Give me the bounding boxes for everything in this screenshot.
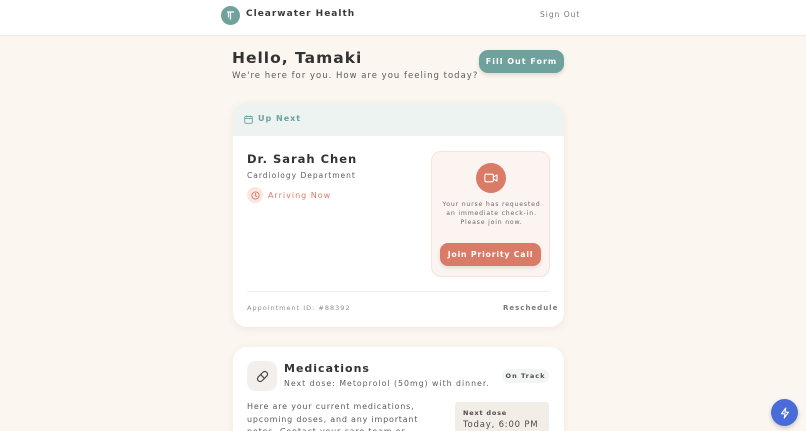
clock-icon bbox=[250, 190, 260, 200]
priority-call-panel: Your nurse has requested an immediate ch… bbox=[431, 151, 550, 277]
medications-card: Medications Next dose: Metoprolol (50mg)… bbox=[233, 347, 564, 431]
card-divider bbox=[247, 291, 550, 292]
fill-out-form-button[interactable]: Fill Out Form bbox=[479, 50, 564, 73]
lightning-icon bbox=[780, 406, 789, 419]
logo-mark-icon bbox=[226, 11, 235, 20]
next-dose-box: Next dose Today, 6:00 PM bbox=[455, 402, 549, 431]
medications-title: Medications bbox=[284, 362, 370, 375]
call-message: Your nurse has requested an immediate ch… bbox=[442, 201, 541, 226]
page-title: Hello, Tamaki bbox=[232, 49, 363, 67]
status-badge: On Track bbox=[502, 369, 549, 383]
brand-logo[interactable] bbox=[221, 6, 240, 25]
reschedule-link[interactable]: Reschedule bbox=[503, 304, 558, 312]
department-name: Cardiology Department bbox=[247, 171, 356, 180]
status-indicator bbox=[247, 187, 263, 203]
calendar-icon bbox=[244, 115, 253, 124]
sign-out-link[interactable]: Sign Out bbox=[540, 10, 580, 19]
video-call-badge bbox=[476, 163, 506, 193]
video-camera-icon bbox=[484, 173, 498, 183]
doctor-name: Dr. Sarah Chen bbox=[247, 152, 358, 166]
pill-icon bbox=[256, 370, 268, 382]
appointment-card: Up Next Dr. Sarah Chen Cardiology Depart… bbox=[233, 103, 564, 327]
appointment-id: Appointment ID: #88392 bbox=[247, 304, 351, 312]
next-dose-label: Next dose bbox=[463, 409, 508, 417]
brand-name: Clearwater Health bbox=[246, 9, 356, 19]
page-subtitle: We're here for you. How are you feeling … bbox=[232, 71, 479, 81]
assistant-fab-button[interactable] bbox=[771, 399, 798, 426]
next-dose-time: Today, 6:00 PM bbox=[463, 420, 539, 430]
join-priority-call-button[interactable]: Join Priority Call bbox=[440, 243, 541, 266]
medications-icon-box bbox=[247, 361, 277, 391]
appointment-card-header: Up Next bbox=[233, 103, 564, 136]
next-dose-summary: Next dose: Metoprolol (50mg) with dinner… bbox=[284, 379, 490, 388]
appointment-status: Arriving Now bbox=[268, 191, 332, 200]
medications-description: Here are your current medications, upcom… bbox=[247, 402, 419, 431]
top-bar: Clearwater Health Sign Out bbox=[0, 0, 806, 36]
up-next-label: Up Next bbox=[258, 114, 302, 123]
